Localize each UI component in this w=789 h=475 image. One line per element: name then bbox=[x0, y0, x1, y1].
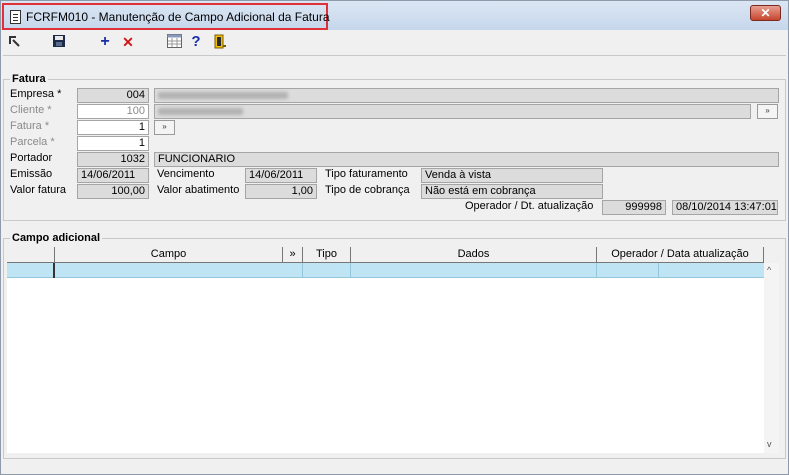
cliente-name-field bbox=[154, 104, 751, 119]
help-icon[interactable]: ? bbox=[188, 34, 204, 50]
vencimento-label: Vencimento bbox=[157, 168, 215, 180]
row-campo-cell[interactable] bbox=[55, 263, 303, 278]
row-indicator-cell[interactable] bbox=[7, 263, 55, 278]
toolbar: + ✕ ? bbox=[1, 31, 788, 53]
grid-body bbox=[7, 278, 764, 453]
column-expand-button[interactable]: » bbox=[283, 247, 303, 263]
portador-field[interactable]: 1032 bbox=[77, 152, 149, 167]
cliente-field[interactable]: 100 bbox=[77, 104, 149, 119]
emissao-label: Emissão bbox=[10, 168, 53, 180]
emissao-field[interactable]: 14/06/2011 bbox=[77, 168, 149, 183]
add-icon[interactable]: + bbox=[97, 34, 113, 50]
delete-icon[interactable]: ✕ bbox=[120, 34, 136, 50]
parcela-label: Parcela * bbox=[10, 136, 55, 148]
scroll-up-icon[interactable]: ^ bbox=[767, 265, 771, 275]
operador-label: Operador / Dt. atualização bbox=[465, 200, 594, 212]
column-operador-data[interactable]: Operador / Data atualização bbox=[597, 247, 764, 263]
empresa-name-field bbox=[154, 88, 779, 103]
vertical-scrollbar[interactable]: ^ v bbox=[764, 263, 779, 453]
cliente-label: Cliente * bbox=[10, 104, 52, 116]
portador-label: Portador bbox=[10, 152, 53, 164]
fatura-field[interactable]: 1 bbox=[77, 120, 149, 135]
row-operador-cell[interactable] bbox=[597, 263, 659, 278]
vencimento-field[interactable]: 14/06/2011 bbox=[245, 168, 317, 183]
fatura-legend: Fatura bbox=[12, 73, 46, 85]
calendar-icon[interactable] bbox=[166, 34, 182, 50]
column-dados[interactable]: Dados bbox=[351, 247, 597, 263]
row-dados-cell[interactable] bbox=[351, 263, 597, 278]
close-button[interactable]: ✕ bbox=[750, 5, 781, 21]
fatura-lookup-button[interactable]: » bbox=[154, 120, 175, 135]
empresa-field[interactable]: 004 bbox=[77, 88, 149, 103]
valor-fatura-field[interactable]: 100,00 bbox=[77, 184, 149, 199]
valor-fatura-label: Valor fatura bbox=[10, 184, 67, 196]
main-window: FCRFM010 - Manutenção de Campo Adicional… bbox=[0, 0, 789, 475]
tipo-cobranca-field[interactable]: Não está em cobrança bbox=[421, 184, 603, 199]
row-data-cell[interactable] bbox=[659, 263, 764, 278]
grid-header: Campo » Tipo Dados Operador / Data atual… bbox=[7, 247, 764, 263]
tipo-cobranca-label: Tipo de cobrança bbox=[325, 184, 410, 196]
title-bar: FCRFM010 - Manutenção de Campo Adicional… bbox=[1, 1, 788, 30]
tipo-faturamento-label: Tipo faturamento bbox=[325, 168, 408, 180]
table-row[interactable] bbox=[7, 263, 764, 278]
operador-field: 999998 bbox=[602, 200, 666, 215]
window-title: FCRFM010 - Manutenção de Campo Adicional… bbox=[26, 10, 330, 24]
valor-abatimento-field[interactable]: 1,00 bbox=[245, 184, 317, 199]
door-exit-icon[interactable] bbox=[212, 34, 228, 50]
fatura-label: Fatura * bbox=[10, 120, 50, 132]
document-icon bbox=[10, 10, 21, 24]
column-tipo[interactable]: Tipo bbox=[303, 247, 351, 263]
toolbar-separator bbox=[3, 55, 786, 56]
parcela-field[interactable]: 1 bbox=[77, 136, 149, 151]
cliente-lookup-button[interactable]: » bbox=[757, 104, 778, 119]
dt-atualizacao-field: 08/10/2014 13:47:01 bbox=[672, 200, 778, 215]
empresa-label: Empresa * bbox=[10, 88, 62, 100]
title-highlight: FCRFM010 - Manutenção de Campo Adicional… bbox=[2, 3, 330, 30]
row-tipo-cell[interactable] bbox=[303, 263, 351, 278]
valor-abatimento-label: Valor abatimento bbox=[157, 184, 240, 196]
campo-adicional-legend: Campo adicional bbox=[12, 232, 101, 244]
portador-desc-field: FUNCIONARIO bbox=[154, 152, 779, 167]
exit-icon[interactable] bbox=[6, 34, 22, 50]
scroll-down-icon[interactable]: v bbox=[767, 439, 772, 449]
column-campo[interactable]: Campo bbox=[55, 247, 283, 263]
save-icon[interactable] bbox=[51, 34, 67, 50]
tipo-faturamento-field[interactable]: Venda à vista bbox=[421, 168, 603, 183]
grid-header-indicator bbox=[7, 247, 55, 263]
